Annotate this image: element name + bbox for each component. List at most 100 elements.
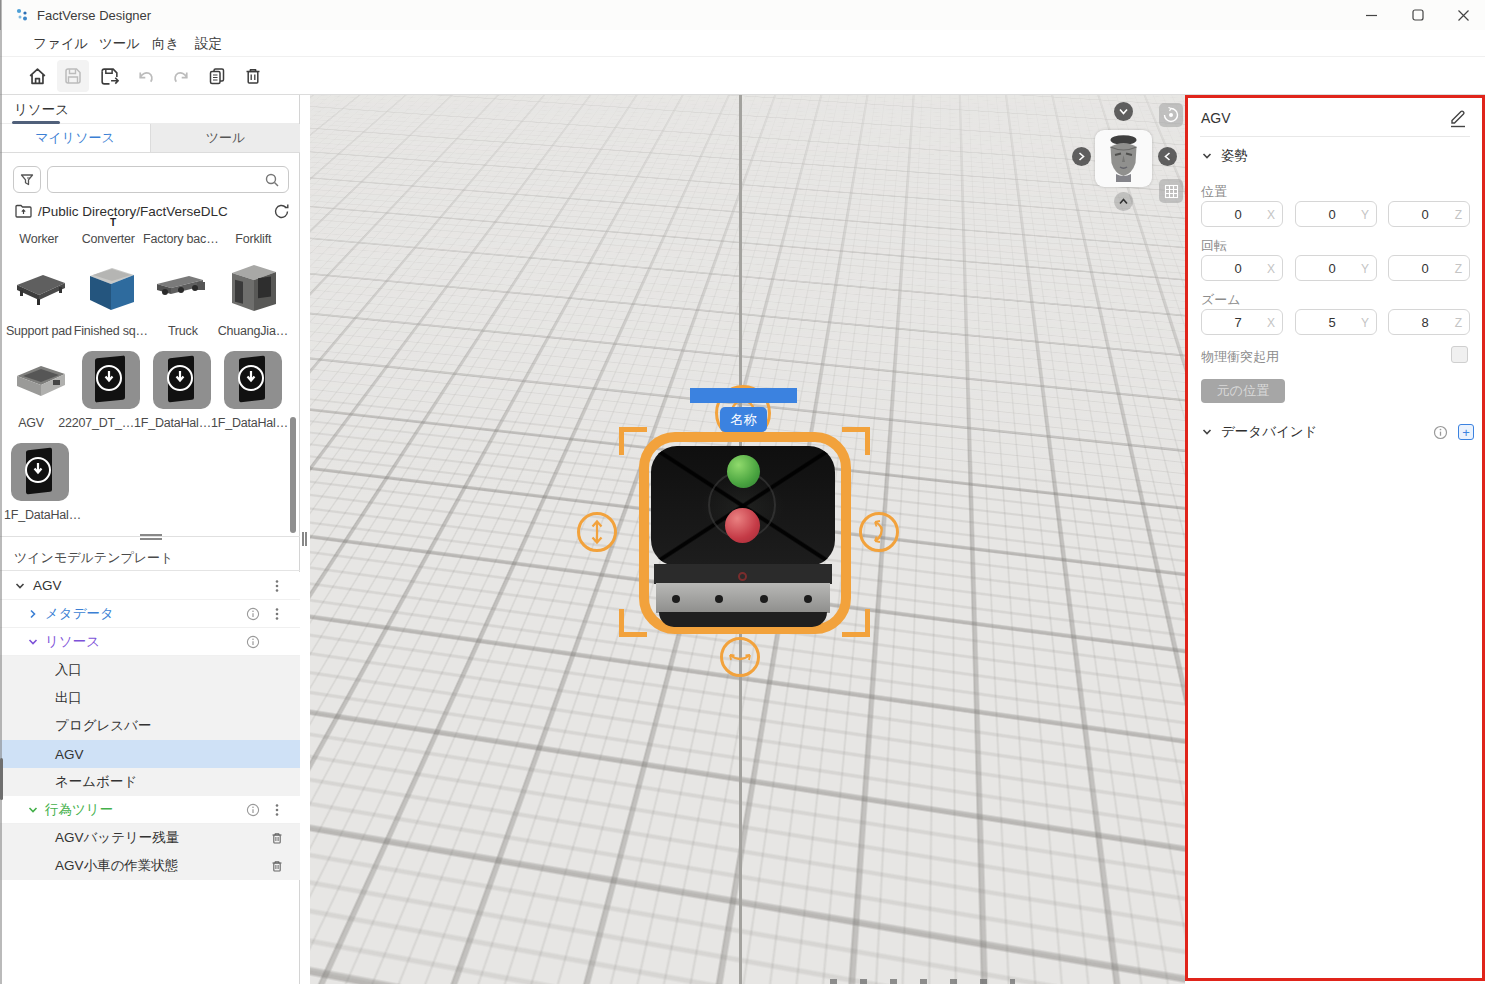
refresh-icon[interactable] [272, 202, 291, 221]
asset-label[interactable]: Truck [168, 324, 198, 338]
info-icon[interactable] [246, 635, 260, 649]
tree-node-exit[interactable]: 出口 [0, 684, 300, 712]
asset-label[interactable]: Factory bac… [143, 232, 218, 246]
asset-label[interactable]: AGV [18, 416, 44, 430]
asset-label[interactable]: 1F_DataHal… [134, 416, 211, 430]
scale-x-input[interactable]: 7X [1201, 309, 1283, 335]
splitter-handle[interactable] [302, 532, 307, 546]
name-label-badge[interactable]: 名称 [720, 407, 767, 432]
asset-item[interactable] [75, 348, 146, 412]
rotate-view-down-button[interactable] [1114, 192, 1133, 211]
chevron-right-icon[interactable] [27, 608, 39, 620]
scale-z-input[interactable]: 8Z [1388, 309, 1470, 335]
chevron-down-icon[interactable] [14, 580, 26, 592]
rotation-x-input[interactable]: 0X [1201, 255, 1283, 281]
add-databind-icon[interactable]: + [1458, 424, 1474, 440]
rotate-view-left-button[interactable] [1072, 147, 1091, 166]
menu-file[interactable]: ファイル [33, 35, 88, 53]
asset-item[interactable] [146, 256, 217, 320]
asset-item[interactable] [4, 256, 75, 320]
tree-node-agv-root[interactable]: AGV [0, 572, 300, 600]
asset-label[interactable]: ChuangJia… [218, 324, 288, 338]
grid-view-icon[interactable] [1159, 179, 1183, 203]
asset-scrollbar[interactable] [290, 417, 296, 533]
tree-node-battery[interactable]: AGVバッテリー残量 [0, 824, 300, 852]
asset-label[interactable]: 1F_DataHal… [4, 508, 81, 522]
tree-node-metadata[interactable]: メタデータ [0, 600, 300, 628]
tree-node-entrance[interactable]: 入口 [0, 656, 300, 684]
info-icon[interactable] [1433, 425, 1448, 440]
maximize-button[interactable] [1395, 0, 1441, 30]
asset-label[interactable]: Converter [82, 232, 135, 246]
tree-node-progressbar[interactable]: プログレスバー [0, 712, 300, 740]
asset-label[interactable]: Worker [19, 232, 58, 246]
tab-tools[interactable]: ツール [150, 124, 300, 153]
orbit-mode-icon[interactable] [1159, 103, 1183, 127]
asset-item[interactable] [217, 348, 288, 412]
menu-orientation[interactable]: 向き [152, 35, 179, 53]
divider-handle[interactable] [140, 534, 162, 540]
physics-collision-checkbox[interactable] [1451, 346, 1468, 363]
save-button[interactable] [57, 60, 89, 92]
asset-item[interactable] [4, 348, 75, 412]
kebab-menu-icon[interactable] [270, 579, 284, 593]
asset-label[interactable]: Finished sq… [74, 324, 148, 338]
asset-item[interactable] [146, 348, 217, 412]
directory-path[interactable]: /Public Directory/FactVerseDLC [38, 204, 228, 219]
rotate-view-right-button[interactable] [1158, 147, 1177, 166]
info-icon[interactable] [246, 803, 260, 817]
folder-up-icon[interactable] [14, 202, 33, 221]
rotate-view-up-button[interactable] [1114, 102, 1133, 121]
asset-label[interactable]: 22207_DT_… [58, 416, 134, 430]
position-x-input[interactable]: 0X [1201, 201, 1283, 227]
rotate-vertical-handle[interactable] [859, 512, 899, 552]
kebab-menu-icon[interactable] [270, 803, 284, 817]
tree-node-behavior[interactable]: 行為ツリー [0, 796, 300, 824]
position-z-input[interactable]: 0Z [1388, 201, 1470, 227]
asset-label[interactable]: Forklift [235, 232, 271, 246]
undo-button[interactable] [129, 60, 161, 92]
panel-splitter[interactable] [300, 95, 310, 984]
save-as-button[interactable] [93, 60, 125, 92]
filter-button[interactable] [13, 166, 41, 193]
minimize-button[interactable] [1348, 0, 1394, 30]
databind-section-header[interactable]: データバインド [1221, 423, 1317, 441]
tab-my-resources[interactable]: マイリソース [0, 124, 150, 153]
rotation-y-input[interactable]: 0Y [1295, 255, 1377, 281]
tree-node-workstate[interactable]: AGV小車の作業状態 [0, 852, 300, 880]
view-cube-avatar[interactable] [1095, 130, 1152, 187]
trash-icon[interactable] [270, 831, 284, 845]
edit-name-icon[interactable] [1448, 107, 1468, 129]
search-input[interactable] [47, 166, 289, 193]
tree-scrollbar[interactable] [0, 758, 3, 800]
tree-node-resources[interactable]: リソース [0, 628, 300, 656]
chevron-down-icon[interactable] [27, 636, 39, 648]
chevron-down-icon[interactable] [27, 804, 39, 816]
tree-node-nameboard[interactable]: ネームボード [0, 768, 300, 796]
asset-item[interactable] [217, 256, 288, 320]
home-button[interactable] [21, 60, 53, 92]
asset-item[interactable] [4, 440, 75, 504]
delete-button[interactable] [237, 60, 269, 92]
redo-button[interactable] [165, 60, 197, 92]
viewport-3d[interactable]: 名称 [310, 95, 1185, 984]
reset-position-button[interactable]: 元の位置 [1201, 379, 1285, 403]
tree-node-agv-selected[interactable]: AGV [0, 740, 300, 768]
move-vertical-handle[interactable] [577, 512, 617, 552]
copy-button[interactable] [201, 60, 233, 92]
scale-y-input[interactable]: 5Y [1295, 309, 1377, 335]
position-y-input[interactable]: 0Y [1295, 201, 1377, 227]
resources-tab[interactable]: リソース [14, 101, 69, 119]
chevron-down-icon[interactable] [1201, 150, 1213, 162]
rotate-horizontal-handle[interactable] [720, 637, 760, 677]
asset-label[interactable]: Support pad [6, 324, 72, 338]
menu-tools[interactable]: ツール [99, 35, 140, 53]
kebab-menu-icon[interactable] [270, 607, 284, 621]
pose-section-header[interactable]: 姿勢 [1221, 147, 1248, 165]
close-button[interactable] [1440, 0, 1485, 30]
asset-item[interactable] [75, 256, 146, 320]
trash-icon[interactable] [270, 859, 284, 873]
asset-label[interactable]: 1F_DataHal… [211, 416, 288, 430]
info-icon[interactable] [246, 607, 260, 621]
menu-settings[interactable]: 設定 [195, 35, 222, 53]
